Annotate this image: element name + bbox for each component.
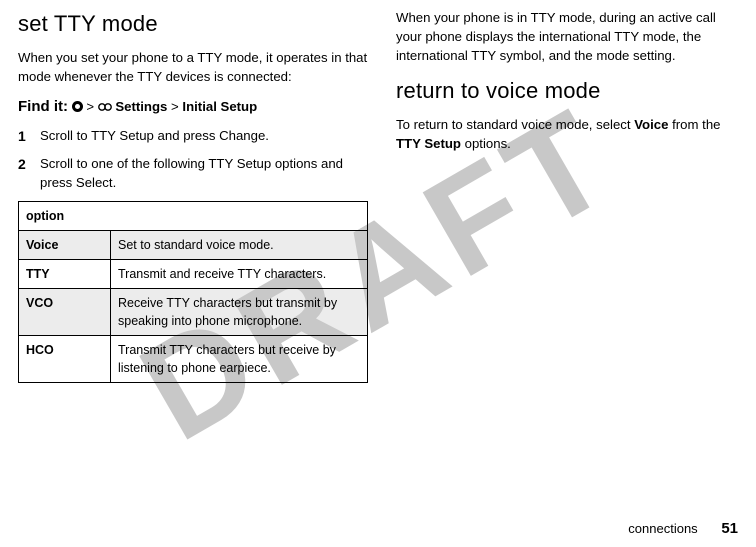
tty-active-call-paragraph: When your phone is in TTY mode, during a… (396, 8, 736, 65)
findit-initial-setup: Initial Setup (182, 99, 257, 114)
steps-list: 1 Scroll to TTY Setup and press Change. … (18, 126, 368, 193)
intro-paragraph: When you set your phone to a TTY mode, i… (18, 48, 368, 86)
page-footer: connections 51 (628, 520, 738, 537)
table-row: HCO Transmit TTY characters but receive … (19, 336, 368, 383)
table-header-cell: option (19, 201, 368, 230)
return-voice-paragraph: To return to standard voice mode, select… (396, 115, 736, 153)
findit-sep1: > (83, 99, 98, 114)
para2-part-b: from the (668, 117, 720, 132)
step-1: 1 Scroll to TTY Setup and press Change. (18, 126, 368, 146)
step-2: 2 Scroll to one of the following TTY Set… (18, 154, 368, 192)
option-key: VCO (19, 288, 111, 335)
tty-setup-ref: TTY Setup (396, 136, 461, 151)
para2-part-c: options. (461, 136, 511, 151)
footer-section-name: connections (628, 521, 697, 536)
step-text: Scroll to TTY Setup and press Change. (40, 126, 368, 146)
option-desc: Set to standard voice mode. (111, 230, 368, 259)
find-it-line: Find it: > Settings > Initial Setup (18, 96, 368, 118)
step-number: 2 (18, 154, 40, 192)
settings-icon (98, 99, 112, 111)
find-it-label: Find it: (18, 98, 68, 115)
option-desc: Transmit and receive TTY characters. (111, 259, 368, 288)
nav-key-icon (72, 101, 83, 112)
findit-settings: Settings (115, 99, 167, 114)
option-desc: Receive TTY characters but transmit by s… (111, 288, 368, 335)
left-column: set TTY mode When you set your phone to … (18, 8, 368, 500)
options-table: option Voice Set to standard voice mode.… (18, 201, 368, 384)
page-content: set TTY mode When you set your phone to … (0, 0, 756, 500)
table-row: Voice Set to standard voice mode. (19, 230, 368, 259)
table-row: TTY Transmit and receive TTY characters. (19, 259, 368, 288)
table-header-row: option (19, 201, 368, 230)
para2-part-a: To return to standard voice mode, select (396, 117, 634, 132)
step-text: Scroll to one of the following TTY Setup… (40, 154, 368, 192)
findit-sep2: > (167, 99, 182, 114)
heading-set-tty-mode: set TTY mode (18, 8, 368, 40)
footer-page-number: 51 (721, 520, 738, 537)
option-desc: Transmit TTY characters but receive by l… (111, 336, 368, 383)
option-key: HCO (19, 336, 111, 383)
voice-option-ref: Voice (634, 117, 668, 132)
option-key: Voice (19, 230, 111, 259)
table-row: VCO Receive TTY characters but transmit … (19, 288, 368, 335)
option-key: TTY (19, 259, 111, 288)
right-column: When your phone is in TTY mode, during a… (396, 8, 736, 500)
step-number: 1 (18, 126, 40, 146)
heading-return-voice-mode: return to voice mode (396, 75, 736, 107)
